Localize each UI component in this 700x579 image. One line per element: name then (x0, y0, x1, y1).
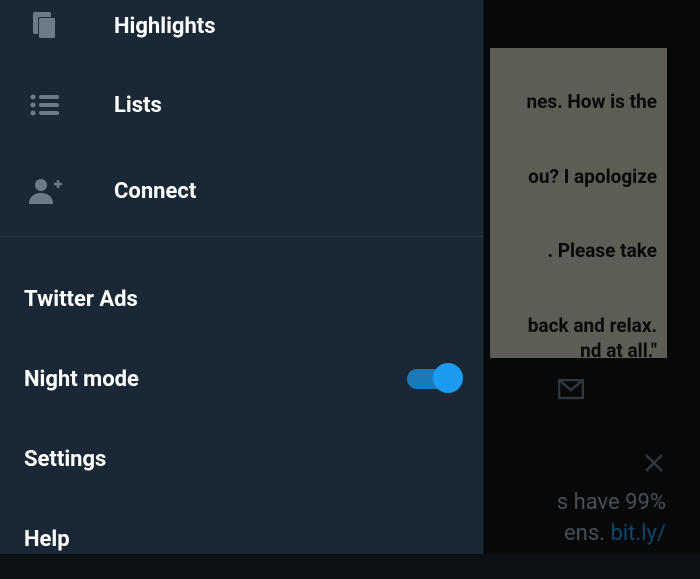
nav-item-highlights[interactable]: Highlights (0, 0, 483, 50)
nav-label: Settings (24, 447, 106, 472)
nav-item-ads[interactable]: Twitter Ads (0, 259, 483, 339)
nav-item-help[interactable]: Help (0, 499, 483, 579)
nav-item-connect[interactable]: Connect (0, 156, 483, 226)
nav-label: Lists (114, 93, 162, 118)
connect-icon (24, 170, 66, 212)
nav-label: Highlights (114, 14, 216, 39)
toggle-knob (433, 363, 463, 393)
nav-item-lists[interactable]: Lists (0, 70, 483, 140)
nav-label: Twitter Ads (24, 287, 138, 312)
nav-item-night-mode[interactable]: Night mode (0, 339, 483, 419)
nav-label: Connect (114, 179, 196, 204)
nav-item-settings[interactable]: Settings (0, 419, 483, 499)
nav-label: Night mode (24, 367, 139, 392)
night-mode-toggle[interactable] (407, 369, 459, 389)
highlights-icon (24, 5, 66, 47)
nav-label: Help (24, 527, 70, 552)
lists-icon (24, 84, 66, 126)
navigation-drawer: Highlights Lists (0, 0, 484, 554)
